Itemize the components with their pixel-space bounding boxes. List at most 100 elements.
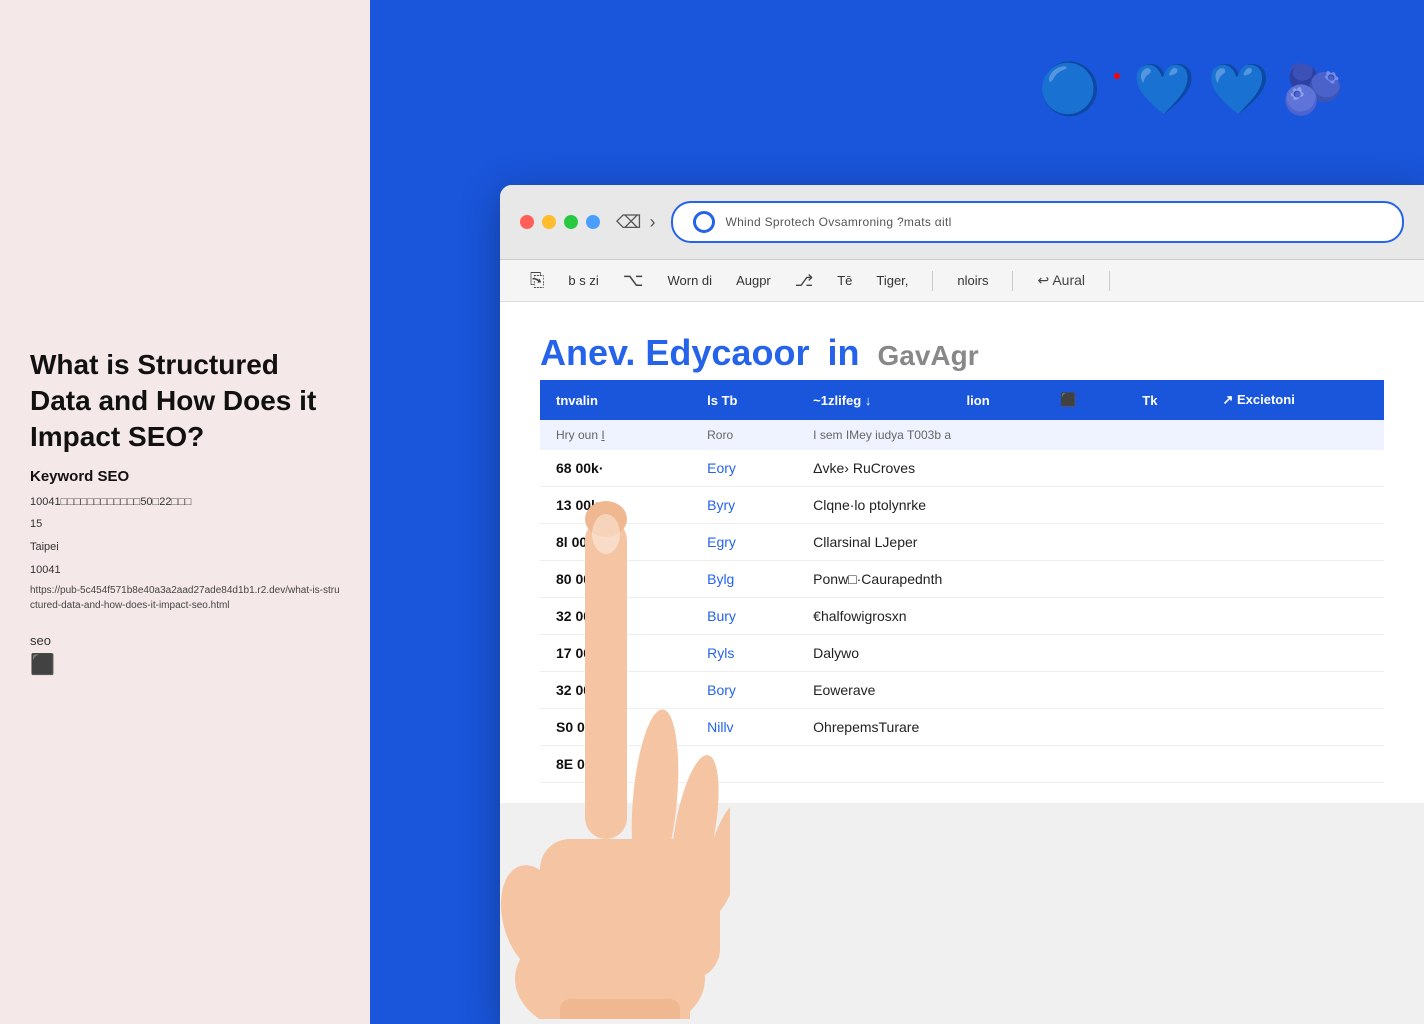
address-bar[interactable]: Whind Sprotech Ovsamroning ?mats αitl <box>671 201 1404 243</box>
sub-header-roro: Roro <box>691 420 797 450</box>
browser-toolbar: ⎘ b s zi ⌥ Worn di Augpr ⎇ Tē Tiger, nlo… <box>500 260 1424 302</box>
col-header-7: ↗ Excietoni <box>1207 380 1385 420</box>
address-text: Whind Sprotech Ovsamroning ?mats αitl <box>725 215 951 229</box>
browser-icon-3: 💙 <box>1207 60 1269 119</box>
content-heading-row: Anev. Edycaoor in GavAgr <box>540 332 1384 374</box>
table-cell-volume: 13 00k→ <box>540 487 691 524</box>
table-row: S0 00k·NillvOhrepemsTurare <box>540 709 1384 746</box>
sidebar-url: https://pub-5c454f571b8e40a3a2aad27ade84… <box>30 583 340 613</box>
toolbar-item-te[interactable]: Tē <box>837 273 852 288</box>
table-body: 68 00k·EoryΔvke› RuCroves13 00k→ByryClqn… <box>540 450 1384 783</box>
toolbar-divider-1 <box>932 271 933 291</box>
table-cell-name: Dalywo <box>797 635 1384 672</box>
table-cell-name: Clqne·lo ptolynrke <box>797 487 1384 524</box>
browser-icon-4: 🫐 <box>1282 60 1344 119</box>
toolbar-item-worm[interactable]: Worn di <box>668 273 713 288</box>
toolbar-app-icon[interactable]: ⎘ <box>530 270 544 291</box>
toolbar-item-tiger[interactable]: Tiger, <box>876 273 908 288</box>
table-sub-header-row: Hry oun I Roro I sem IMey iudya T003b a <box>540 420 1384 450</box>
browser-chrome: ⌫ › Whind Sprotech Ovsamroning ?mats αit… <box>500 185 1424 260</box>
meta-city: Taipei <box>30 538 340 557</box>
table-row: 17 004·RylsDalywo <box>540 635 1384 672</box>
table-cell-volume: 8l 00k· <box>540 524 691 561</box>
col-header-4: lion <box>951 380 1045 420</box>
sub-header-sem: I sem IMey iudya T003b a <box>797 420 1384 450</box>
col-header-5: ⬛ <box>1044 380 1126 420</box>
toolbar-fork-icon: ⎇ <box>795 271 813 291</box>
table-row: 13 00k→ByryClqne·lo ptolynrke <box>540 487 1384 524</box>
table-cell-name: Eowerave <box>797 672 1384 709</box>
data-table: tnvalin ls Tb ~1zlifeg ↓ lion ⬛ Tk ↗ Exc… <box>540 380 1384 783</box>
table-cell-type: Nillv <box>691 709 797 746</box>
heading-part2: Edycaoor <box>645 332 809 373</box>
col-header-6: Tk <box>1126 380 1206 420</box>
tag-icon: ⬛ <box>30 652 340 677</box>
table-row: 32 00k·Bury€halfowigrosxn <box>540 598 1384 635</box>
table-cell-type: Egry <box>691 524 797 561</box>
top-icons: 🔵 ● 💙 💙 🫐 <box>1038 60 1344 119</box>
close-button[interactable] <box>520 215 534 229</box>
meta-line2: 15 <box>30 515 340 534</box>
table-cell-name: €halfowigrosxn <box>797 598 1384 635</box>
table-cell-type: Byry <box>691 487 797 524</box>
minimize-button[interactable] <box>542 215 556 229</box>
sub-header-label: Hry oun I <box>540 420 691 450</box>
toolbar-back-icon[interactable]: ↩ Aural <box>1037 272 1085 289</box>
table-row: 80 00k·BylgPonw□·Caurapednth <box>540 561 1384 598</box>
table-cell-type: Bory <box>691 672 797 709</box>
heading-part1: Anev. <box>540 332 635 373</box>
table-cell-type: Ryls <box>691 635 797 672</box>
table-cell-type: Bylg <box>691 561 797 598</box>
maximize-button[interactable] <box>564 215 578 229</box>
table-row: 8E 00k· <box>540 746 1384 783</box>
table-cell-type <box>691 746 797 783</box>
table-cell-name <box>797 746 1384 783</box>
toolbar-item-augpr[interactable]: Augpr <box>736 273 771 288</box>
table-cell-volume: 32 00k· <box>540 598 691 635</box>
heading-part3: in <box>827 332 859 373</box>
browser-content: Anev. Edycaoor in GavAgr tnvalin ls Tb ~… <box>500 302 1424 803</box>
toolbar-item-nloirs[interactable]: nloirs <box>957 273 988 288</box>
browser-nav: ⌫ › <box>616 212 655 233</box>
table-cell-volume: S0 00k· <box>540 709 691 746</box>
browser-icon-1: 🔵 <box>1038 60 1100 119</box>
table-cell-name: Ponw□·Caurapednth <box>797 561 1384 598</box>
toolbar-item-1[interactable]: b s zi <box>568 273 598 288</box>
table-cell-type: Bury <box>691 598 797 635</box>
toolbar-divider-2 <box>1012 271 1013 291</box>
back-icon[interactable]: ⌫ <box>616 212 641 233</box>
table-header-row: tnvalin ls Tb ~1zlifeg ↓ lion ⬛ Tk ↗ Exc… <box>540 380 1384 420</box>
browser-circle-icon <box>693 211 715 233</box>
table-cell-name: Cllarsinal LJeper <box>797 524 1384 561</box>
col-header-1: tnvalin <box>540 380 691 420</box>
table-cell-type: Eory <box>691 450 797 487</box>
table-cell-name: OhrepemsTurare <box>797 709 1384 746</box>
content-heading: Anev. Edycaoor in GavAgr <box>540 332 979 373</box>
table-row: 32 00k·BoryEowerave <box>540 672 1384 709</box>
red-dot: ● <box>1113 67 1121 83</box>
toolbar-share-icon[interactable]: ⌥ <box>623 270 644 291</box>
table-cell-name: Δvke› RuCroves <box>797 450 1384 487</box>
browser-window: ⌫ › Whind Sprotech Ovsamroning ?mats αit… <box>500 185 1424 1024</box>
col-header-3: ~1zlifeg ↓ <box>797 380 950 420</box>
forward-icon[interactable]: › <box>649 212 655 233</box>
meta-line1: 10041□□□□□□□□□□□□50□22□□□ <box>30 493 340 512</box>
table-cell-volume: 8E 00k· <box>540 746 691 783</box>
page-title: What is Structured Data and How Does it … <box>30 347 340 456</box>
col-header-2: ls Tb <box>691 380 797 420</box>
content-subheading: GavAgr <box>877 340 978 371</box>
table-row: 68 00k·EoryΔvke› RuCroves <box>540 450 1384 487</box>
browser-icon-2: 💙 <box>1133 60 1195 119</box>
traffic-lights <box>520 215 600 229</box>
meta-postal: 10041 <box>30 561 340 580</box>
table-cell-volume: 32 00k· <box>540 672 691 709</box>
sidebar: What is Structured Data and How Does it … <box>0 0 370 1024</box>
sidebar-tag: seo <box>30 633 340 648</box>
extra-button[interactable] <box>586 215 600 229</box>
table-cell-volume: 17 004· <box>540 635 691 672</box>
main-area: 🔵 ● 💙 💙 🫐 ⌫ › Whind Sprotech Ovsamroning… <box>370 0 1424 1024</box>
toolbar-divider-3 <box>1109 271 1110 291</box>
table-row: 8l 00k·EgryCllarsinal LJeper <box>540 524 1384 561</box>
table-cell-volume: 80 00k· <box>540 561 691 598</box>
table-cell-volume: 68 00k· <box>540 450 691 487</box>
